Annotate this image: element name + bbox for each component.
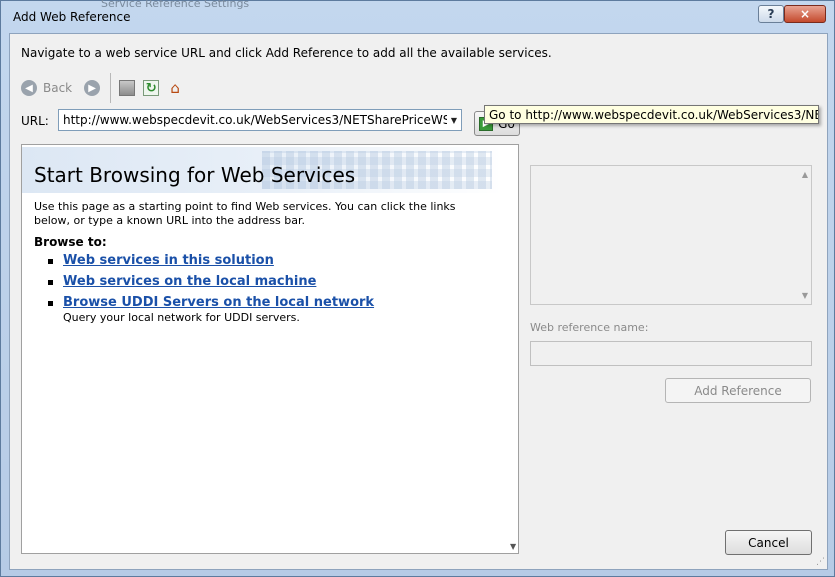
refresh-icon[interactable]: ↻ [143, 80, 160, 96]
back-arrow-icon: ◀ [21, 80, 37, 96]
help-icon: ? [767, 7, 775, 21]
link-services-in-solution[interactable]: Web services in this solution [63, 253, 274, 268]
stop-icon[interactable] [119, 80, 136, 96]
navigation-toolbar: ◀ Back ▶ ↻ ⌂ [21, 73, 191, 103]
link-services-local-machine[interactable]: Web services on the local machine [63, 274, 316, 289]
browser-intro-text: Use this page as a starting point to fin… [34, 200, 456, 227]
scroll-up-icon[interactable]: ▲ [802, 170, 808, 179]
instruction-text: Navigate to a web service URL and click … [21, 46, 552, 60]
close-icon: × [799, 7, 811, 21]
browser-banner: Start Browsing for Web Services [22, 147, 502, 193]
close-button[interactable]: × [784, 5, 826, 23]
home-icon[interactable]: ⌂ [167, 79, 183, 97]
window-title: Add Web Reference [13, 10, 131, 24]
back-label: Back [43, 81, 73, 95]
scroll-down-icon[interactable]: ▼ [802, 291, 808, 300]
add-web-reference-dialog: Service Reference Settings Add Web Refer… [0, 0, 835, 577]
back-button[interactable]: ◀ Back [21, 80, 72, 96]
list-item: Browse UDDI Servers on the local network… [48, 295, 374, 324]
toolbar-separator [110, 73, 112, 103]
services-list[interactable]: ▲ ▼ [530, 165, 812, 305]
web-reference-name-label: Web reference name: [530, 321, 649, 334]
browse-heading: Browse to: [34, 235, 107, 249]
url-combobox[interactable]: http://www.webspecdevit.co.uk/WebService… [58, 109, 462, 131]
url-label: URL: [21, 114, 49, 128]
go-tooltip: Go to http://www.webspecdevit.co.uk/WebS… [484, 105, 819, 124]
link-browse-uddi-servers[interactable]: Browse UDDI Servers on the local network [63, 295, 374, 310]
forward-arrow-icon: ▶ [84, 80, 101, 96]
dropdown-arrow-icon[interactable]: ▼ [447, 116, 461, 125]
help-button[interactable]: ? [758, 5, 784, 23]
cancel-button[interactable]: Cancel [725, 530, 812, 555]
browser-title: Start Browsing for Web Services [34, 163, 356, 187]
forward-button[interactable]: ▶ [84, 80, 101, 96]
resize-grip-icon[interactable]: ⋰ [816, 557, 825, 567]
list-item: Web services in this solution [48, 253, 374, 268]
browse-links-list: Web services in this solution Web servic… [48, 253, 374, 330]
web-reference-name-field[interactable] [530, 341, 812, 366]
title-bar: Add Web Reference ? × [1, 1, 834, 33]
list-item: Web services on the local machine [48, 274, 374, 289]
add-reference-button[interactable]: Add Reference [665, 378, 811, 403]
browser-pane[interactable]: Start Browsing for Web Services Use this… [21, 144, 519, 554]
browser-scrollbar[interactable]: ▼ [509, 145, 518, 553]
uddi-description: Query your local network for UDDI server… [63, 311, 300, 324]
scroll-down-icon[interactable]: ▼ [510, 542, 516, 551]
url-input[interactable]: http://www.webspecdevit.co.uk/WebService… [63, 113, 447, 127]
